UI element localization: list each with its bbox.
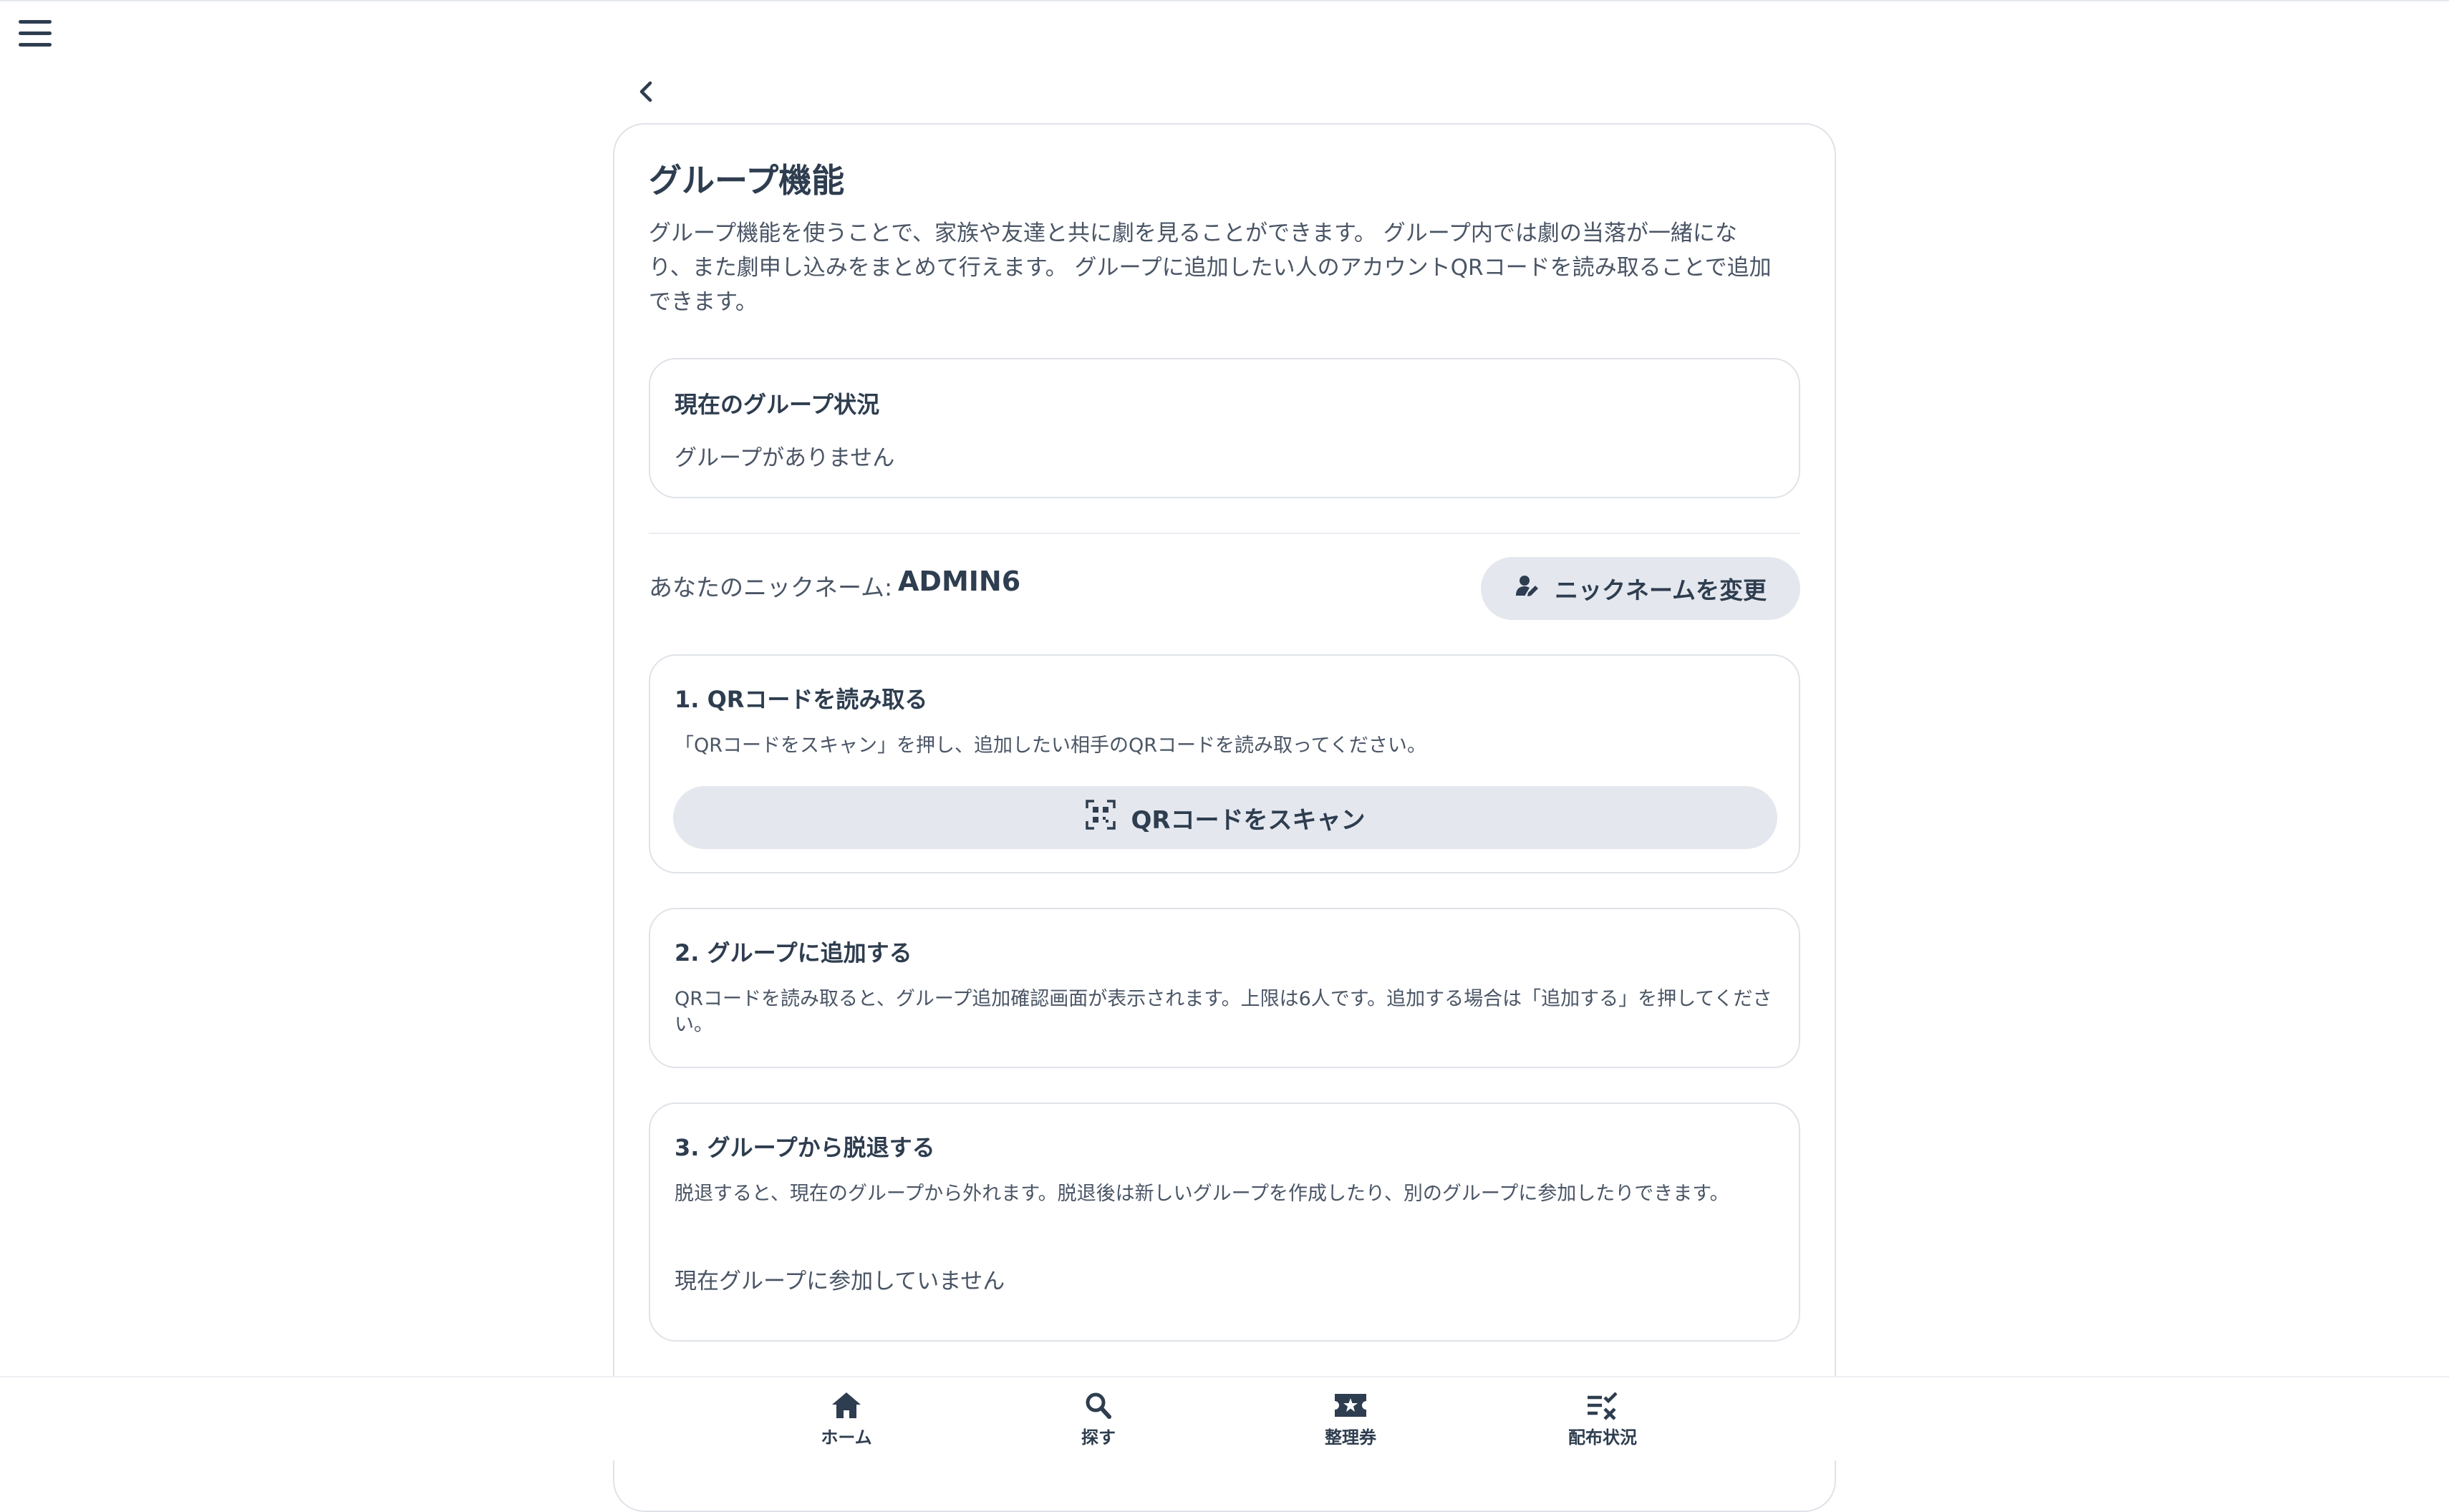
step-1-box: 1. QRコードを読み取る 「QRコードをスキャン」を押し、追加したい相手のQR… [649, 654, 1800, 873]
step-2-box: 2. グループに追加する QRコードを読み取ると、グループ追加確認画面が表示され… [649, 908, 1800, 1068]
user-edit-icon [1515, 573, 1540, 604]
qr-scan-icon [1085, 799, 1116, 837]
hamburger-menu-icon[interactable] [19, 20, 52, 52]
group-status-text: グループがありません [675, 445, 895, 471]
change-nickname-label: ニックネームを変更 [1554, 576, 1767, 604]
step-2-title: 2. グループに追加する [675, 939, 912, 966]
page-title: グループ機能 [649, 161, 845, 200]
nav-distribution[interactable]: 配布状況 [1531, 1390, 1674, 1448]
nickname-label: あなたのニックネーム: [649, 573, 893, 601]
divider [649, 533, 1800, 534]
step-3-status: 現在グループに参加していません [675, 1269, 1005, 1294]
nav-tickets[interactable]: 整理券 [1279, 1390, 1422, 1448]
nav-home-label: ホーム [821, 1428, 872, 1448]
group-status-title: 現在のグループ状況 [675, 391, 880, 418]
bottom-navigation: ホーム 探す 整理券 配布状況 [0, 1376, 2449, 1460]
nav-home[interactable]: ホーム [775, 1390, 918, 1448]
nav-search[interactable]: 探す [1027, 1390, 1170, 1448]
nav-distribution-label: 配布状況 [1568, 1428, 1637, 1448]
nav-search-label: 探す [1081, 1428, 1116, 1448]
scan-qr-button[interactable]: QRコードをスキャン [673, 786, 1777, 849]
page-description: グループ機能を使うことで、家族や友達と共に劇を見ることができます。 グループ内で… [649, 220, 1772, 315]
step-3-text: 脱退すると、現在のグループから外れます。脱退後は新しいグループを作成したり、別の… [675, 1183, 1729, 1205]
group-status-box: 現在のグループ状況 グループがありません [649, 358, 1800, 498]
change-nickname-button[interactable]: ニックネームを変更 [1481, 557, 1800, 620]
search-icon [1086, 1392, 1111, 1419]
chevron-left-icon[interactable] [632, 76, 660, 107]
step-3-title: 3. グループから脱退する [675, 1134, 935, 1161]
checklist-icon [1588, 1392, 1618, 1420]
step-3-box: 3. グループから脱退する 脱退すると、現在のグループから外れます。脱退後は新し… [649, 1102, 1800, 1342]
nickname-value: ADMIN6 [898, 566, 1021, 597]
ticket-icon [1335, 1394, 1366, 1417]
scan-qr-label: QRコードをスキャン [1131, 805, 1366, 835]
nav-tickets-label: 整理券 [1325, 1428, 1376, 1448]
step-2-text: QRコードを読み取ると、グループ追加確認画面が表示されます。上限は6人です。追加… [675, 988, 1772, 1036]
step-1-title: 1. QRコードを読み取る [675, 686, 928, 713]
home-icon [832, 1392, 861, 1418]
step-1-text: 「QRコードをスキャン」を押し、追加したい相手のQRコードを読み取ってください。 [675, 735, 1426, 757]
